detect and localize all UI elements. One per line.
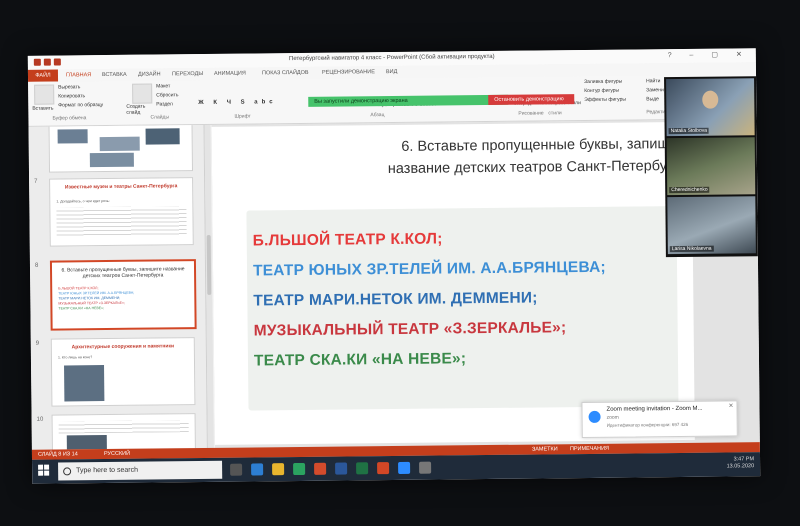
participant-tile-2[interactable]: Cherednichenko [666, 137, 756, 196]
current-slide[interactable]: 6. Вставьте пропущенные буквы, запишите … [211, 121, 695, 445]
language-indicator[interactable]: РУССКИЙ [104, 449, 130, 459]
tab-review[interactable]: РЕЦЕНЗИРОВАНИЕ [322, 69, 375, 76]
section-button[interactable]: Раздел [156, 100, 178, 109]
window-controls[interactable]: ? – ▢ ✕ [668, 50, 750, 59]
find-button[interactable]: Найти [646, 77, 664, 86]
slide-thumbnail-10[interactable] [51, 413, 196, 450]
participant-tile-3[interactable]: Larisa Nikolaevna [667, 196, 756, 255]
participant-name-2: Cherednichenko [669, 186, 710, 194]
slide-number-9: 9 [35, 340, 40, 347]
tab-insert[interactable]: ВСТАВКА [102, 72, 127, 78]
notes-button[interactable]: ЗАМЕТКИ [532, 444, 558, 454]
participant-tile-1[interactable]: Natalia Stolbova [666, 78, 755, 137]
drawing-group-label: Рисование [518, 110, 544, 117]
pinned-apps[interactable] [230, 461, 440, 481]
slide-thumbnails-pane[interactable]: 7 Известные музеи и театры Санкт-Петербу… [28, 124, 208, 450]
font-group-label: Шрифт [234, 113, 251, 120]
cut-button[interactable]: Вырезать [58, 83, 103, 92]
participant-name-1: Natalia Stolbova [668, 127, 710, 135]
clock-date: 13.05.2020 [726, 463, 755, 470]
slide-number-8: 8 [34, 262, 39, 269]
video-participants-panel: Natalia Stolbova Cherednichenko Larisa N… [664, 76, 758, 258]
tab-transitions[interactable]: ПЕРЕХОДЫ [172, 71, 203, 77]
toast-subtitle: zoom [606, 414, 619, 421]
thumb-7-title: Известные музеи и театры Санкт-Петербург… [64, 183, 178, 191]
answer-line-1: Б.ЛЬШОЙ ТЕАТР К.КОЛ; [252, 230, 443, 250]
slide-thumbnail-8[interactable]: 6. Вставьте пропущенные буквы, запишите … [49, 259, 197, 331]
zoom-icon [588, 410, 601, 423]
font-format-buttons[interactable]: Ж К Ч S abc [198, 99, 276, 106]
thumb-7-text: 1. Догадайтесь, о чем идет речь: [56, 198, 110, 204]
thumb-8-line-5: ТЕАТР СКА.КИ «НА НЕВЕ»; [58, 306, 105, 311]
slide-number-10: 10 [36, 416, 44, 423]
thumb-8-title: 6. Вставьте пропущенные буквы, запишите … [61, 266, 185, 280]
tab-home[interactable]: ГЛАВНАЯ [66, 72, 91, 78]
toast-detail: Идентификатор конференции: 697 426 [606, 421, 689, 428]
tab-design[interactable]: ДИЗАЙН [138, 71, 161, 77]
monitor-screen: Петербургский навигатор 4 класс - PowerP… [27, 48, 761, 484]
editing-group-label: Редакти [646, 109, 666, 116]
slide-thumbnail-6[interactable] [48, 124, 193, 173]
copy-button[interactable]: Копировать [58, 92, 103, 101]
slide-number-7: 7 [34, 178, 38, 185]
search-icon [63, 467, 72, 476]
slide-counter: СЛАЙД 8 ИЗ 14 [37, 451, 78, 458]
stop-share-button[interactable]: Остановить демонстрацию [488, 94, 575, 106]
paste-button[interactable]: Вставить [32, 106, 53, 112]
reset-button[interactable]: Сбросить [156, 91, 178, 100]
format-painter-button[interactable]: Формат по образцу [58, 101, 103, 110]
shape-fill-button[interactable]: Заливка фигуры [584, 78, 626, 87]
answer-line-2: ТЕАТР ЮНЫХ ЗР.ТЕЛЕЙ ИМ. А.А.БРЯНЦЕВА; [252, 258, 606, 280]
thumb-9-title: Архитектурные сооружения и памятники [71, 343, 175, 351]
new-slide-icon[interactable] [132, 83, 153, 104]
new-slide-button[interactable]: Создать слайд [126, 104, 152, 116]
thumb-9-text: 1. Кто лишь на коне? [57, 355, 93, 360]
system-tray-clock[interactable]: 3:47 PM 13.05.2020 [726, 456, 755, 470]
slide-thumbnail-7[interactable]: Известные музеи и театры Санкт-Петербург… [49, 177, 194, 247]
tab-animation[interactable]: АНИМАЦИЯ [214, 71, 246, 77]
windows-start-icon[interactable] [38, 464, 50, 477]
select-button[interactable]: Выде [646, 95, 664, 104]
screen-share-banner: Вы запустили демонстрацию экрана [308, 94, 509, 107]
participant-name-3: Larisa Nikolaevna [669, 245, 714, 253]
slides-group-label: Слайды [150, 114, 170, 121]
comments-button[interactable]: ПРИМЕЧАНИЯ [570, 444, 609, 454]
shape-effects-button[interactable]: Эффекты фигуры [584, 96, 626, 105]
slide-thumbnail-9[interactable]: Архитектурные сооружения и памятники 1. … [50, 337, 196, 407]
answer-line-5: ТЕАТР СКА.КИ «НА НЕВЕ»; [253, 350, 467, 370]
slide-title-line-1: 6. Вставьте пропущенные буквы, запишите [401, 135, 692, 155]
close-icon[interactable]: ✕ [728, 402, 733, 409]
toast-title: Zoom meeting invitation - Zoom M... [606, 405, 703, 413]
paragraph-group-label: Абзац [370, 112, 385, 119]
tab-slideshow[interactable]: ПОКАЗ СЛАЙДОВ [262, 70, 309, 76]
taskbar-search-box[interactable]: Type here to search [58, 460, 223, 481]
shape-outline-button[interactable]: Контур фигуры [584, 87, 626, 96]
layout-button[interactable]: Макет [156, 82, 178, 91]
replace-button[interactable]: Замени [646, 86, 664, 95]
answers-box: Б.ЛЬШОЙ ТЕАТР К.КОЛ; ТЕАТР ЮНЫХ ЗР.ТЕЛЕЙ… [246, 206, 679, 411]
tab-file[interactable]: ФАЙЛ [27, 69, 59, 82]
zoom-invitation-toast[interactable]: Zoom meeting invitation - Zoom M... zoom… [581, 400, 738, 439]
paste-icon[interactable] [34, 84, 55, 105]
clipboard-group-label: Буфер обмена [52, 115, 87, 122]
styles-group-label: стили [548, 110, 562, 117]
answer-line-3: ТЕАТР МАРИ.НЕТОК ИМ. ДЕММЕНИ; [253, 289, 538, 310]
tab-view[interactable]: ВИД [386, 69, 397, 75]
slide-title-line-2: название детских театров Санкт-Петербург… [387, 157, 693, 178]
search-placeholder: Type here to search [76, 466, 139, 475]
answer-line-4: МУЗЫКАЛЬНЫЙ ТЕАТР «З.ЗЕРКАЛЬЕ»; [253, 319, 567, 340]
ribbon: Вставить Вырезать Копировать Формат по о… [28, 74, 757, 127]
